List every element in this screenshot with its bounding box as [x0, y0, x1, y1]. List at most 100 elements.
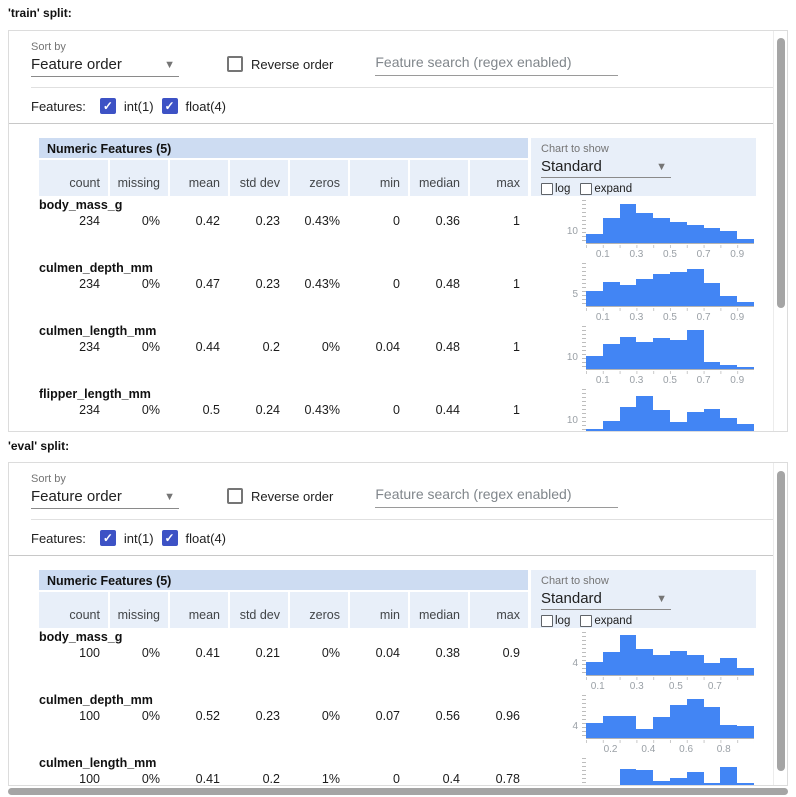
- train-split-heading: 'train' split:: [8, 6, 72, 20]
- histogram-bar: [720, 767, 737, 786]
- histogram-y-tick-label: 2: [558, 784, 578, 786]
- histogram-bar: [636, 342, 653, 369]
- stat-value: 100: [39, 709, 108, 723]
- histogram-x-tick-label: 0.1: [596, 312, 610, 323]
- checkbox-checked-icon: ✓: [100, 530, 116, 546]
- feature-rows: body_mass_g2340%0.420.230.43%00.361100.1…: [39, 196, 787, 432]
- stat-value: 234: [39, 340, 108, 354]
- histogram-bar: [586, 356, 603, 369]
- feature-histogram[interactable]: 2: [558, 756, 754, 786]
- stat-value: 0.52: [168, 709, 228, 723]
- stat-value: 0%: [288, 646, 348, 660]
- stat-value: 1%: [288, 772, 348, 786]
- checkbox-checked-icon: ✓: [162, 98, 178, 114]
- histogram-bar: [670, 272, 687, 306]
- feature-type-filters: ✓int(1) ✓float(4): [100, 530, 234, 546]
- feature-search-input[interactable]: [375, 486, 618, 508]
- reverse-order-checkbox[interactable]: Reverse order: [227, 488, 333, 504]
- column-header-zeros: zeros: [288, 592, 348, 628]
- histogram-bar: [653, 410, 670, 432]
- histogram-bar: [737, 239, 754, 243]
- chart-type-select[interactable]: Standard ▼: [541, 590, 671, 610]
- feature-filter-label: float(4): [186, 99, 226, 114]
- feature-histogram[interactable]: 40.10.30.50.7: [558, 630, 754, 693]
- reverse-order-checkbox[interactable]: Reverse order: [227, 56, 333, 72]
- stat-value: 0.23: [228, 277, 288, 291]
- stat-value: 0: [348, 772, 408, 786]
- histogram-x-tick-label: 0.9: [730, 375, 744, 386]
- feature-histogram[interactable]: 50.10.30.50.70.9: [558, 261, 754, 324]
- histogram-x-axis-ticks: [586, 245, 754, 248]
- column-header-median: median: [408, 160, 468, 196]
- feature-values: 1000%0.410.210%0.040.380.9: [39, 646, 528, 660]
- feature-histogram[interactable]: 100.10.30.50.70.9: [558, 198, 754, 261]
- feature-filter-checkbox[interactable]: ✓int(1): [100, 98, 154, 114]
- stat-value: 0.48: [408, 277, 468, 291]
- checkbox-unchecked-icon: [580, 183, 592, 195]
- stat-value: 0%: [288, 709, 348, 723]
- histogram-bar: [586, 723, 603, 738]
- histogram-bar: [687, 269, 704, 306]
- stat-value: 0.42: [168, 214, 228, 228]
- horizontal-scrollbar-thumb[interactable]: [8, 788, 788, 795]
- histogram-x-tick-label: 0.6: [679, 744, 693, 755]
- chart-controls-box: Chart to show Standard ▼ log expand: [531, 138, 756, 196]
- histogram-bar: [636, 729, 653, 738]
- log-checkbox[interactable]: log: [541, 615, 570, 627]
- feature-histogram[interactable]: 100.10.30.50.70.9: [558, 324, 754, 387]
- stat-value: 0.23: [228, 709, 288, 723]
- stat-value: 1: [468, 340, 528, 354]
- feature-filter-checkbox[interactable]: ✓float(4): [162, 530, 226, 546]
- histogram-bar: [653, 218, 670, 243]
- histogram-x-axis-ticks: [586, 740, 754, 743]
- histogram-bar: [687, 772, 704, 786]
- expand-checkbox[interactable]: expand: [580, 615, 632, 627]
- feature-name: body_mass_g: [39, 198, 528, 214]
- histogram-bar: [704, 783, 721, 786]
- histogram-y-tick-label: 10: [558, 415, 578, 426]
- sort-by-select[interactable]: Feature order ▼: [31, 56, 179, 77]
- histogram-x-tick-label: 0.5: [669, 681, 683, 692]
- histogram-plot: [586, 261, 754, 307]
- checkbox-checked-icon: ✓: [162, 530, 178, 546]
- expand-label: expand: [594, 183, 632, 195]
- feature-filter-checkbox[interactable]: ✓ float(4): [162, 98, 226, 114]
- table-row: culmen_length_mm1000%0.410.21%00.40.782: [39, 756, 787, 786]
- checkbox-checked-icon: ✓: [100, 98, 116, 114]
- feature-search-input[interactable]: [375, 54, 618, 76]
- stat-value: 0%: [108, 772, 168, 786]
- stat-value: 0.38: [408, 646, 468, 660]
- vertical-scrollbar-thumb[interactable]: [777, 38, 785, 308]
- log-checkbox[interactable]: log: [541, 183, 570, 195]
- histogram-bar: [586, 234, 603, 243]
- table-row: culmen_depth_mm2340%0.470.230.43%00.4815…: [39, 261, 787, 324]
- histogram-x-tick-label: 0.7: [708, 681, 722, 692]
- reverse-order-label: Reverse order: [251, 57, 333, 72]
- histogram-bar: [737, 783, 754, 786]
- feature-histogram[interactable]: 40.20.40.60.8: [558, 693, 754, 756]
- stat-value: 0%: [288, 340, 348, 354]
- column-header-std-dev: std dev: [228, 160, 288, 196]
- vertical-scrollbar-track[interactable]: [773, 31, 787, 431]
- column-header-median: median: [408, 592, 468, 628]
- histogram-bar: [586, 291, 603, 306]
- stat-value: 0.36: [408, 214, 468, 228]
- stat-value: 0.56: [408, 709, 468, 723]
- vertical-scrollbar-track[interactable]: [773, 463, 787, 785]
- histogram-bar: [670, 422, 687, 432]
- chart-type-select[interactable]: Standard ▼: [541, 158, 671, 178]
- stat-value: 100: [39, 772, 108, 786]
- stat-value: 234: [39, 214, 108, 228]
- checkbox-unchecked-icon: [227, 56, 243, 72]
- chevron-down-icon: ▼: [656, 593, 667, 605]
- sort-by-select[interactable]: Feature order ▼: [31, 488, 179, 509]
- feature-filter-checkbox[interactable]: ✓int(1): [100, 530, 154, 546]
- feature-histogram[interactable]: 10: [558, 387, 754, 432]
- stat-value: 0.43%: [288, 277, 348, 291]
- table-title: Numeric Features (5): [39, 570, 528, 592]
- column-header-count: count: [39, 160, 108, 196]
- vertical-scrollbar-thumb[interactable]: [777, 471, 785, 771]
- histogram-x-axis-ticks: [586, 677, 754, 680]
- expand-checkbox[interactable]: expand: [580, 183, 632, 195]
- histogram-x-tick-label: 0.8: [717, 744, 731, 755]
